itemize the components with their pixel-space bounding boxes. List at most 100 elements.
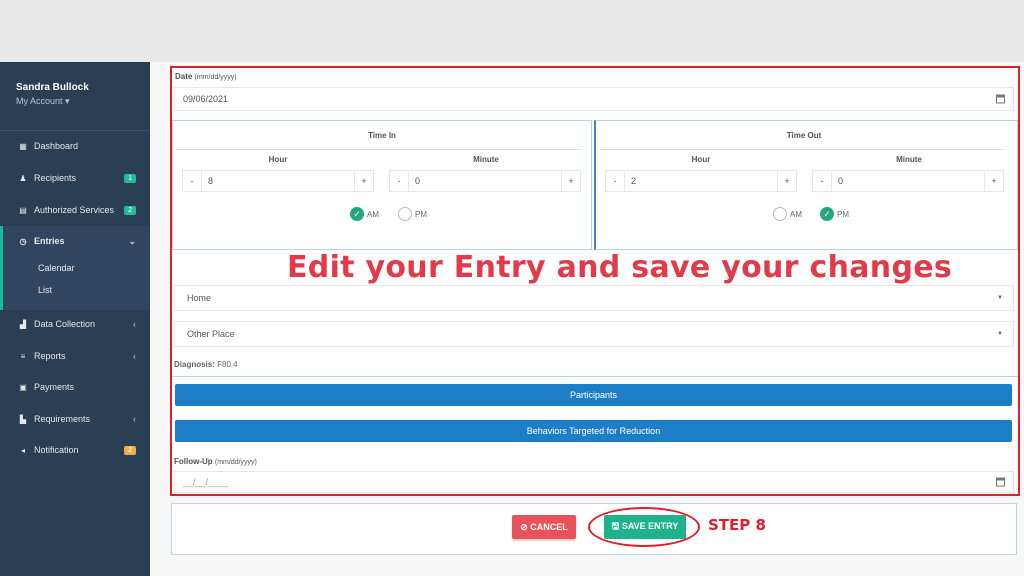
plus-button[interactable]: +: [985, 176, 1003, 186]
place-select[interactable]: Other Place ▼: [174, 321, 1014, 347]
section-divider: [172, 376, 1018, 377]
sidebar-item-recipients[interactable]: ♟ Recipients 1: [0, 166, 150, 190]
time-in-hour-stepper[interactable]: - 8 +: [182, 170, 374, 192]
sidebar-item-label: Authorized Services: [34, 205, 115, 215]
diagnosis: Diagnosis: F80.4: [174, 360, 238, 369]
user-name: Sandra Bullock: [16, 82, 89, 93]
money-icon: ▣: [19, 382, 27, 392]
sidebar-item-entries[interactable]: ◷ Entries ⌄: [0, 229, 150, 253]
plus-button[interactable]: +: [562, 176, 580, 186]
sidebar-item-requirements[interactable]: ▙ Requirements ‹: [0, 407, 150, 431]
sidebar-item-label: Recipients: [34, 173, 77, 183]
plus-button[interactable]: +: [778, 176, 796, 186]
sidebar-item-payments[interactable]: ▣ Payments: [0, 375, 150, 399]
file-icon: ▙: [19, 414, 27, 424]
minus-button[interactable]: -: [183, 176, 201, 186]
followup-date-input[interactable]: __/__/____: [174, 471, 1014, 493]
time-in-minute-label: Minute: [473, 155, 499, 164]
sidebar-divider: [0, 130, 150, 131]
plus-button[interactable]: +: [355, 176, 373, 186]
chevron-left-icon: ‹: [133, 319, 136, 329]
calendar-icon[interactable]: [996, 94, 1005, 104]
date-value: 09/06/2021: [183, 94, 229, 104]
list-icon: ≡: [20, 351, 26, 361]
calculator-icon: ▤: [19, 205, 27, 215]
behaviors-button[interactable]: Behaviors Targeted for Reduction: [175, 420, 1012, 442]
sidebar-item-authorized-services[interactable]: ▤ Authorized Services 2: [0, 198, 150, 222]
user-icon: ♟: [19, 173, 27, 183]
location-select-value: Home: [187, 293, 212, 303]
recipients-badge: 1: [124, 173, 136, 183]
time-out-divider: [600, 149, 1006, 150]
pm-label: PM: [415, 209, 427, 219]
minus-button[interactable]: -: [606, 176, 624, 186]
time-out-hour-label: Hour: [691, 155, 711, 164]
chevron-left-icon: ‹: [133, 351, 136, 361]
notification-badge: 2: [124, 445, 136, 455]
time-in-divider: [176, 149, 582, 150]
check-icon: ✓: [820, 207, 834, 221]
location-select[interactable]: Home ▼: [174, 285, 1014, 311]
sidebar-item-label: Notification: [34, 445, 79, 455]
time-in-minute-stepper[interactable]: - 0 +: [389, 170, 581, 192]
participants-button[interactable]: Participants: [175, 384, 1012, 406]
minus-button[interactable]: -: [813, 176, 831, 186]
date-label-text: Date: [175, 72, 193, 81]
radio-circle-icon: [773, 207, 787, 221]
pm-label: PM: [837, 209, 849, 219]
cancel-button[interactable]: ⊘ CANCEL: [512, 515, 576, 539]
radio-circle-icon: [398, 207, 412, 221]
calendar-icon[interactable]: [996, 477, 1005, 487]
diagnosis-label: Diagnosis:: [174, 360, 215, 369]
services-badge: 2: [124, 205, 136, 215]
dashboard-icon: ▦: [19, 141, 27, 151]
instruction-headline: Edit your Entry and save your changes: [287, 250, 953, 285]
sidebar-item-label: Entries: [34, 236, 65, 246]
sidebar-item-data-collection[interactable]: ▟ Data Collection ‹: [0, 312, 150, 336]
caret-down-icon: ▼: [997, 295, 1003, 301]
time-in-hour-label: Hour: [268, 155, 288, 164]
diagnosis-value: F80.4: [217, 360, 238, 369]
time-in-title: Time In: [368, 131, 396, 140]
time-out-minute-stepper[interactable]: - 0 +: [812, 170, 1004, 192]
time-out-hour-value[interactable]: 2: [624, 171, 778, 191]
profile: Sandra Bullock My Account ▾: [16, 82, 89, 107]
place-select-value: Other Place: [187, 329, 235, 339]
time-in-hour-value[interactable]: 8: [201, 171, 355, 191]
time-in-pm-radio[interactable]: PM: [398, 207, 427, 221]
sidebar-subitem-calendar[interactable]: Calendar: [38, 263, 75, 273]
time-out-am-radio[interactable]: AM: [773, 207, 802, 221]
followup-label: Follow-Up (mm/dd/yyyy): [174, 457, 257, 466]
sidebar-item-notification[interactable]: ◂ Notification 2: [0, 438, 150, 462]
time-out-hour-stepper[interactable]: - 2 +: [605, 170, 797, 192]
clock-icon: ◷: [19, 236, 27, 246]
date-format-hint: (mm/dd/yyyy): [194, 74, 237, 81]
sidebar-item-reports[interactable]: ≡ Reports ‹: [0, 344, 150, 368]
date-label: Date (mm/dd/yyyy): [175, 72, 237, 81]
step-label: STEP 8: [708, 516, 766, 534]
time-out-minute-value[interactable]: 0: [831, 171, 985, 191]
sidebar-item-label: Data Collection: [34, 319, 96, 329]
time-out-pm-radio[interactable]: ✓ PM: [820, 207, 849, 221]
sidebar-item-label: Payments: [34, 382, 75, 392]
date-input[interactable]: 09/06/2021: [174, 87, 1014, 111]
time-in-am-radio[interactable]: ✓ AM: [350, 207, 379, 221]
am-label: AM: [367, 209, 379, 219]
browser-top-bar: [0, 0, 1024, 62]
caret-down-icon: ▼: [997, 331, 1003, 337]
save-highlight-ellipse: [588, 507, 700, 547]
sidebar-item-label: Dashboard: [34, 141, 79, 151]
time-in-minute-value[interactable]: 0: [408, 171, 562, 191]
sidebar-subitem-list[interactable]: List: [38, 285, 52, 295]
time-out-minute-label: Minute: [896, 155, 922, 164]
am-label: AM: [790, 209, 802, 219]
followup-label-text: Follow-Up: [174, 457, 213, 466]
minus-button[interactable]: -: [390, 176, 408, 186]
time-out-title: Time Out: [786, 131, 822, 140]
followup-format-hint: (mm/dd/yyyy): [214, 459, 257, 466]
sidebar-item-label: Requirements: [34, 414, 91, 424]
followup-placeholder: __/__/____: [183, 477, 229, 487]
sidebar-item-label: Reports: [34, 351, 66, 361]
my-account-menu[interactable]: My Account ▾: [16, 96, 89, 107]
sidebar-item-dashboard[interactable]: ▦ Dashboard: [0, 134, 150, 158]
